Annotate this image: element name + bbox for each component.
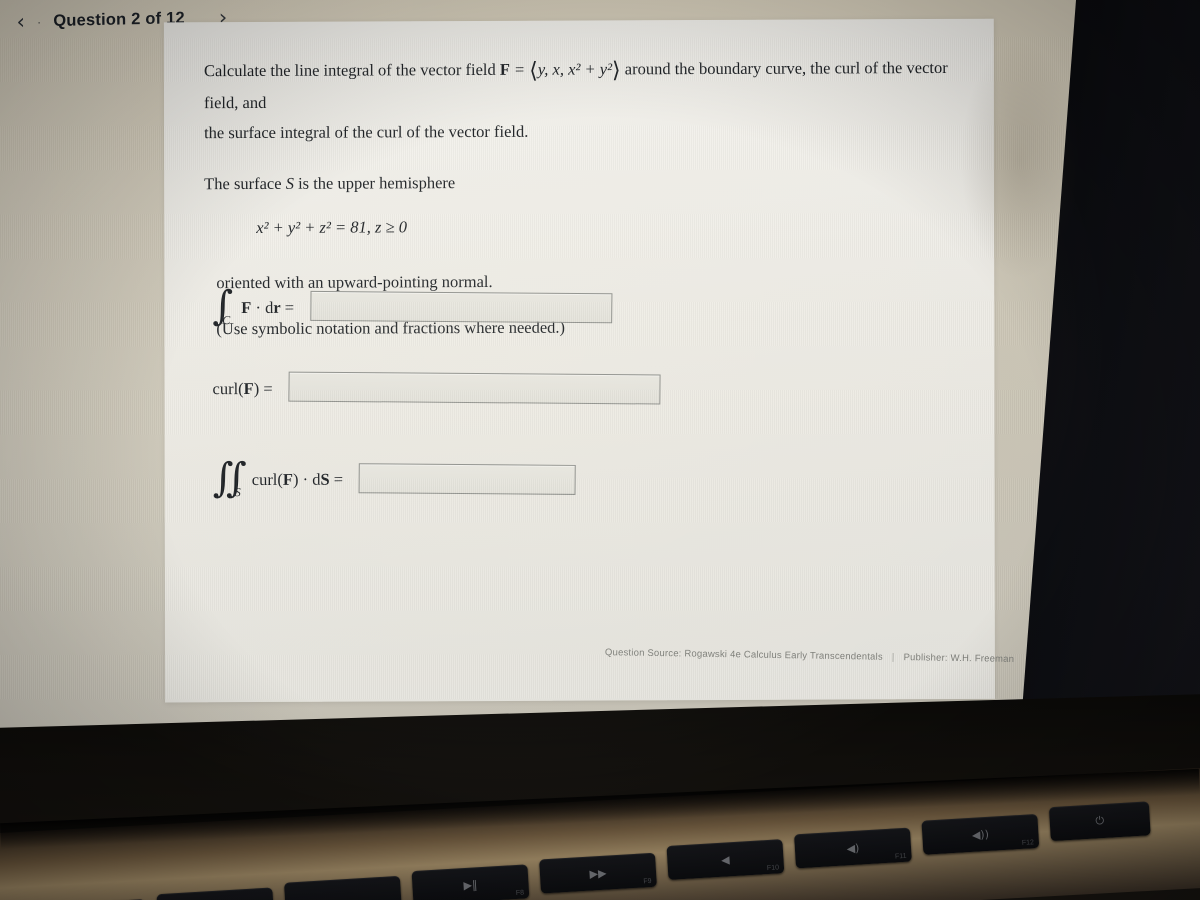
label-equals: =: [329, 469, 344, 489]
label-vector-f: F: [282, 470, 293, 490]
label-vector-f: F: [243, 379, 254, 399]
label-dot-d: ) · d: [292, 469, 321, 490]
key-fast-forward[interactable]: ▶▶ F9: [539, 852, 657, 894]
answer-input-line-integral[interactable]: [309, 290, 613, 324]
laptop-screen: ‹ · Question 2 of 12 › Calculate the lin…: [0, 0, 1129, 772]
curl-label: curl(F) =: [212, 376, 273, 402]
surface-integral-label: curl(F) · dS =: [252, 467, 343, 493]
chevron-left-icon[interactable]: ‹: [16, 9, 25, 33]
separator-dot: ·: [36, 13, 42, 29]
question-source-credit: Question Source: Rogawski 4e Calculus Ea…: [605, 646, 1025, 668]
vector-field-symbol: F: [499, 59, 510, 79]
question-card: Calculate the line integral of the vecto…: [163, 18, 1014, 703]
key-fn-label: F11: [894, 852, 907, 861]
answer-row-curl: curl(F) =: [212, 371, 661, 405]
credit-separator: |: [891, 651, 895, 663]
power-icon: ⏻: [1095, 814, 1105, 828]
answer-row-line-integral: ∫ C F · dr =: [212, 283, 613, 329]
key-volume-down[interactable]: ◀) F11: [794, 827, 912, 869]
key-mute[interactable]: ◀ F10: [666, 839, 785, 880]
equals-sign: =: [514, 59, 525, 79]
label-vector-s: S: [320, 469, 330, 489]
vector-field-components: y, x, x² + y²: [537, 59, 613, 79]
mute-icon: ◀: [720, 852, 731, 867]
key-play-pause[interactable]: ▶‖ F8: [411, 864, 530, 900]
hemisphere-equation: x² + y² + z² = 81, z ≥ 0: [256, 217, 408, 237]
key-volume-up[interactable]: ◀)) F12: [921, 813, 1040, 855]
source-text: Question Source: Rogawski 4e Calculus Ea…: [604, 647, 883, 663]
key-power[interactable]: ⏻: [1048, 801, 1151, 842]
fast-forward-icon: ▶▶: [589, 866, 607, 881]
label-dot-d: · d: [251, 298, 274, 318]
angle-bracket-open: ⟨: [529, 58, 538, 84]
answer-input-surface-integral[interactable]: [358, 463, 577, 495]
surface-description: The surface S is the upper hemisphere: [204, 168, 954, 197]
double-integral-icon: ∬: [212, 455, 237, 502]
label-equals: =: [280, 298, 295, 318]
photo-of-laptop-screen: ‹ · Question 2 of 12 › Calculate the lin…: [0, 0, 1200, 900]
answer-input-curl[interactable]: [288, 371, 661, 405]
play-pause-icon: ▶‖: [463, 877, 478, 892]
publisher-text: Publisher: W.H. Freeman: [903, 652, 1015, 665]
question-prompt: Calculate the line integral of the vecto…: [204, 53, 964, 116]
label-vector-f: F: [241, 298, 252, 318]
volume-down-icon: ◀): [846, 841, 860, 855]
label-curl-prefix: curl(: [251, 470, 283, 490]
surface-intro-a: The surface: [204, 174, 286, 194]
key-fn-label: F9: [643, 877, 652, 886]
angle-bracket-close: ⟩: [612, 58, 621, 84]
question-prompt-line2: the surface integral of the curl of the …: [204, 121, 529, 142]
answer-row-surface-integral: ∬ S curl(F) · dS =: [212, 455, 577, 502]
integral-subscript-s: S: [234, 484, 241, 499]
label-curl-prefix: curl(: [212, 379, 244, 399]
prompt-text-part1: Calculate the line integral of the vecto…: [203, 59, 500, 81]
key-blank-2[interactable]: [156, 887, 275, 900]
key-fn-label: F10: [766, 864, 780, 873]
key-fn-label: F12: [1021, 839, 1035, 847]
volume-up-icon: ◀)): [971, 827, 990, 842]
label-curl-suffix: ) =: [253, 379, 273, 399]
surface-symbol: S: [285, 174, 294, 194]
line-integral-label: F · dr =: [241, 295, 294, 321]
integral-subscript-c: C: [222, 312, 231, 327]
key-blank-3[interactable]: [284, 875, 402, 900]
surface-intro-b: is the upper hemisphere: [293, 173, 456, 194]
key-fn-label: F8: [515, 889, 525, 898]
